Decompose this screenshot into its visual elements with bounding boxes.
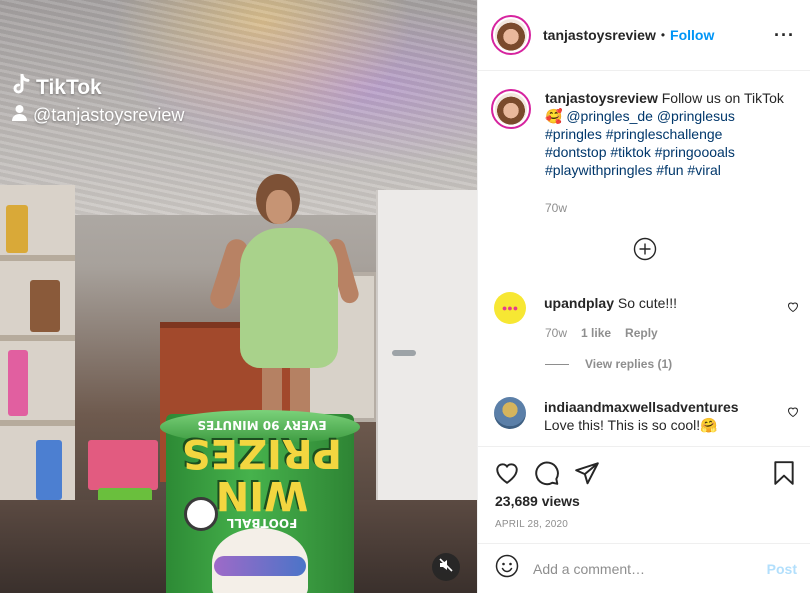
comment-body: indiaandmaxwellsadventures Love this! Th… (544, 398, 769, 434)
view-replies-button[interactable]: View replies (1) (545, 357, 672, 371)
caption-timestamp[interactable]: 70w (545, 201, 567, 215)
comment-item: ●●● upandplay So cute!!! (494, 292, 799, 324)
add-comment-input[interactable] (533, 560, 753, 577)
hashtag-line[interactable]: #pringles #pringleschallenge (545, 126, 722, 142)
comment-icon[interactable] (534, 460, 560, 486)
commenter-username[interactable]: indiaandmaxwellsadventures (544, 399, 739, 415)
tiktok-handle-text: @tanjastoysreview (33, 104, 185, 125)
post-side-panel: tanjastoysreview • Follow ··· tanjastoys… (477, 0, 810, 593)
commenter-username[interactable]: upandplay (544, 295, 614, 311)
caption-text: tanjastoysreview Follow us on TikTok 🥰 @… (545, 89, 795, 179)
save-bookmark-icon[interactable] (771, 460, 797, 486)
hashtag-line[interactable]: #playwithpringles #fun #viral (545, 162, 721, 178)
commenter-avatar[interactable] (494, 397, 526, 429)
caption-intro: Follow us on TikTok (661, 90, 784, 106)
post-date[interactable]: APRIL 28, 2020 (495, 519, 568, 530)
tiktok-logo-icon (12, 73, 30, 102)
replies-divider (545, 363, 569, 365)
author-username[interactable]: tanjastoysreview (543, 27, 656, 43)
commenter-avatar[interactable]: ●●● (494, 292, 526, 324)
comment-like-icon[interactable] (787, 405, 799, 423)
hashtag-line[interactable]: #dontstop #tiktok #pringoooals (545, 144, 735, 160)
video-toy-table (88, 440, 158, 490)
comment-timestamp[interactable]: 70w (545, 326, 567, 340)
video-child-dress (240, 228, 338, 368)
caption-username[interactable]: tanjastoysreview (545, 90, 658, 106)
comment-like-icon[interactable] (787, 300, 799, 318)
video-child-face (266, 190, 292, 224)
post-caption: tanjastoysreview Follow us on TikTok 🥰 @… (491, 89, 801, 179)
post-header: tanjastoysreview • Follow ··· (478, 0, 810, 71)
plus-circle-icon (633, 237, 657, 261)
caption-author-avatar[interactable] (491, 89, 531, 129)
post-video[interactable]: FOOTBALL WIN PRIZES EVERY 90 MINUTES Tik… (0, 0, 477, 593)
caption-emoji: 🥰 (545, 108, 563, 124)
pringles-can-label: FOOTBALL WIN PRIZES EVERY 90 MINUTES (182, 418, 342, 530)
follow-button[interactable]: Follow (670, 27, 714, 43)
comment-text: Love this! This is so cool!🤗 (544, 417, 718, 433)
author-avatar[interactable] (491, 15, 531, 55)
video-door (376, 190, 477, 530)
speaker-muted-icon (439, 557, 453, 577)
view-count[interactable]: 23,689 views (495, 493, 580, 509)
reply-button[interactable]: Reply (625, 326, 658, 340)
tiktok-watermark: TikTok (12, 73, 102, 102)
video-door-handle (392, 350, 416, 356)
like-icon[interactable] (494, 460, 520, 486)
comment-text: So cute!!! (617, 295, 678, 311)
comment-body: upandplay So cute!!! (544, 294, 769, 324)
mention-link[interactable]: @pringles_de (566, 108, 653, 124)
view-replies-label: View replies (1) (585, 357, 673, 371)
header-separator: • (660, 28, 666, 42)
share-icon[interactable] (574, 460, 600, 486)
can-win-prizes-text: WIN PRIZES (181, 430, 342, 518)
load-more-comments-button[interactable] (633, 237, 657, 261)
add-comment-bar: Post (478, 543, 810, 593)
comment-like-count[interactable]: 1 like (581, 326, 611, 340)
post-comment-button[interactable]: Post (767, 561, 797, 577)
comment-meta: 70w 1 like Reply (545, 326, 658, 340)
pringles-mascot-mustache (214, 556, 306, 576)
can-every-90-text: EVERY 90 MINUTES (197, 418, 327, 432)
emoji-icon[interactable] (495, 554, 519, 583)
tiktok-watermark-text: TikTok (36, 76, 102, 99)
tiktok-handle-watermark: @tanjastoysreview (12, 104, 184, 126)
comment-item: indiaandmaxwellsadventures Love this! Th… (494, 397, 799, 434)
mention-link[interactable]: @pringlesus (657, 108, 735, 124)
user-icon (12, 104, 27, 126)
more-options-icon[interactable]: ··· (774, 25, 795, 46)
mute-button[interactable] (432, 553, 460, 581)
